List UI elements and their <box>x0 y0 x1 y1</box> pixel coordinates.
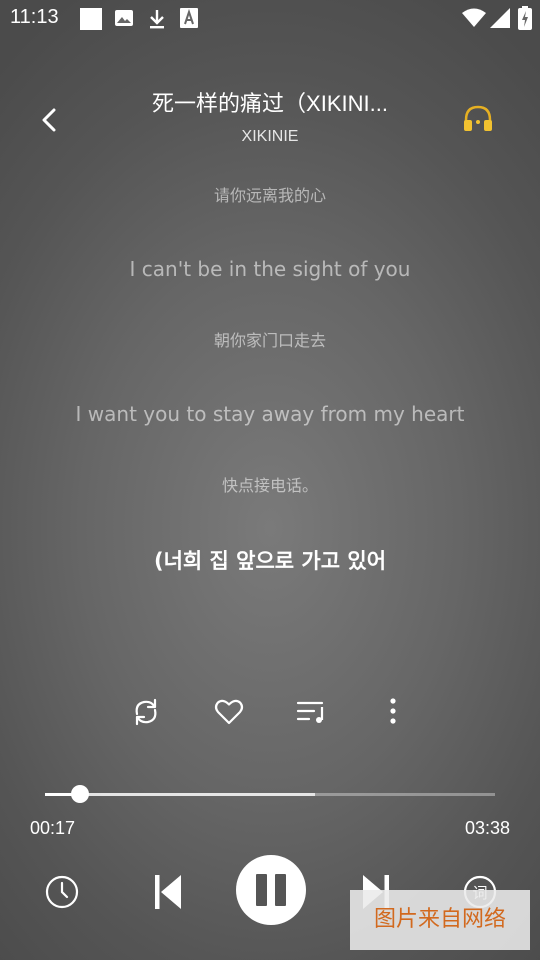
song-title: 死一样的痛过（XIKINI... <box>152 91 388 116</box>
timer-button[interactable] <box>42 872 82 912</box>
watermark: 图片来自网络 <box>350 890 530 950</box>
timer-icon <box>42 875 82 916</box>
font-a-icon <box>180 8 198 33</box>
playlist-icon[interactable] <box>292 692 332 732</box>
total-duration: 03:38 <box>464 818 510 838</box>
progress-track[interactable] <box>45 785 495 803</box>
headphones-icon <box>458 105 498 144</box>
lyric-line: I want you to stay away from my heart <box>75 402 465 426</box>
current-lyric-line: (너희 집 앞으로 가고 있어 <box>153 549 387 573</box>
chevron-left-icon <box>30 108 70 144</box>
status-time: 11:13 <box>10 6 59 28</box>
lyric-line: 请你远离我的心 <box>213 186 326 205</box>
battery-charging-icon <box>518 6 532 35</box>
signal-icon <box>490 8 510 33</box>
pause-icon <box>236 874 306 929</box>
back-button[interactable] <box>30 100 70 140</box>
status-bar: 11:13 <box>0 0 540 36</box>
previous-button[interactable] <box>146 870 190 914</box>
pause-button[interactable] <box>236 855 306 925</box>
image-icon <box>114 8 134 33</box>
heart-icon[interactable] <box>209 692 249 732</box>
lyric-line: 朝你家门口走去 <box>213 331 326 350</box>
previous-icon <box>146 875 190 918</box>
lyric-line: 快点接电话。 <box>221 476 318 495</box>
repeat-icon[interactable] <box>126 692 166 732</box>
download-icon <box>148 8 166 35</box>
listen-together-button[interactable] <box>458 100 498 140</box>
lyric-line: I can't be in the sight of you <box>129 257 411 281</box>
notification-square-icon <box>80 8 102 35</box>
more-vertical-icon[interactable] <box>373 692 413 732</box>
song-artist[interactable]: XIKINIE <box>100 128 440 146</box>
wifi-icon <box>462 8 486 33</box>
elapsed-time: 00:17 <box>30 818 76 838</box>
progress-thumb[interactable] <box>71 785 90 803</box>
